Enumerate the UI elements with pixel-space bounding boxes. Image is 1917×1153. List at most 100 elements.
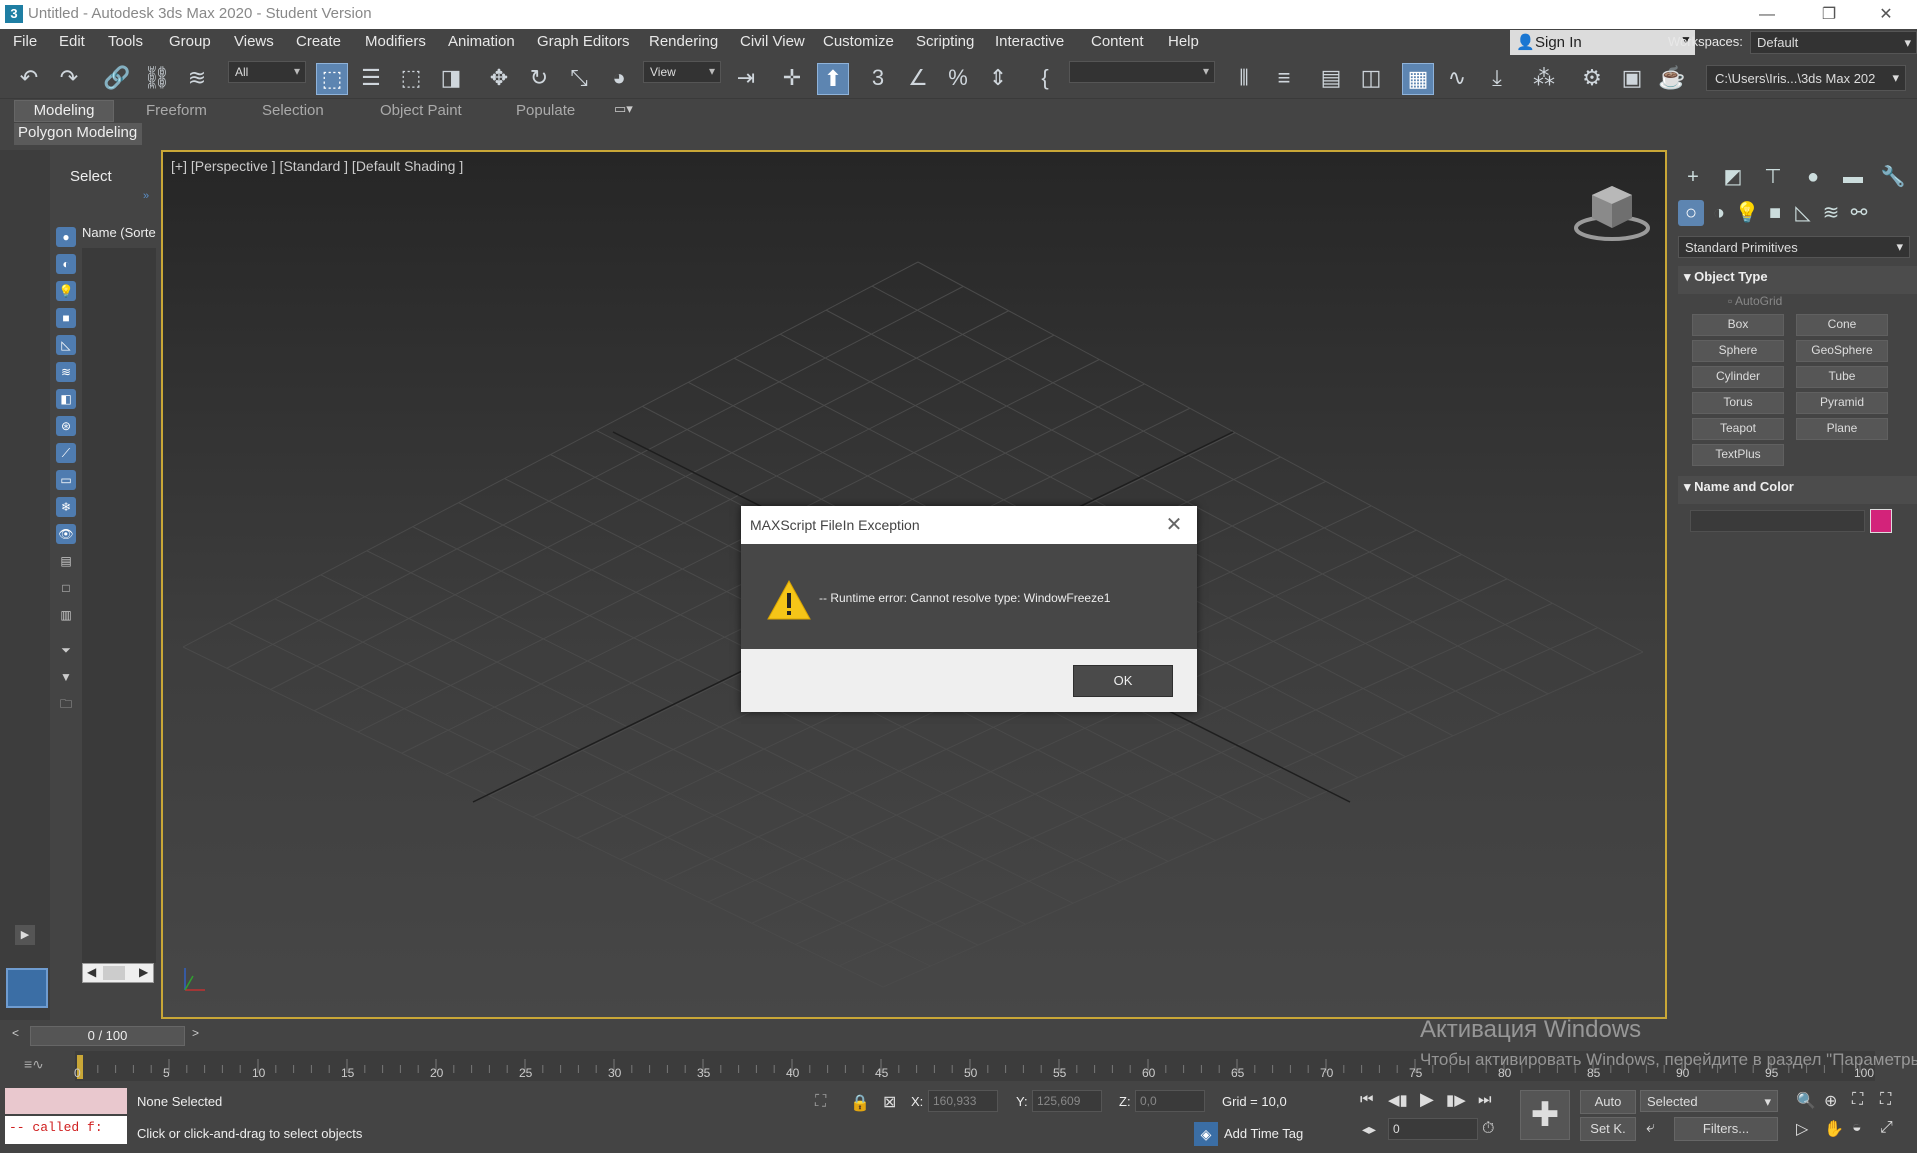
maxscript-input[interactable] — [5, 1088, 127, 1114]
bind-space-warp-icon[interactable]: ≋ — [182, 63, 212, 93]
menu-tools[interactable]: Tools — [108, 33, 143, 50]
time-configuration-icon[interactable]: ⏱ — [1482, 1120, 1494, 1138]
close-window-button[interactable]: ✕ — [1863, 2, 1909, 28]
place-icon[interactable]: ◕ — [604, 63, 634, 93]
scene-explorer-icon[interactable]: ▤ — [1316, 63, 1346, 93]
key-mode-icon[interactable]: ◂▸ — [1362, 1121, 1376, 1138]
slider-prev-icon[interactable]: < — [12, 1026, 19, 1040]
cone-button[interactable]: Cone — [1796, 314, 1888, 336]
hierarchy-panel-icon[interactable]: ⊤ — [1760, 164, 1786, 190]
box-button[interactable]: Box — [1692, 314, 1784, 336]
time-slider[interactable]: 0 / 100 — [30, 1026, 185, 1046]
isolate-selection-icon[interactable]: ⛶ — [815, 1093, 826, 1111]
layer-explorer-icon[interactable]: ◫ — [1356, 63, 1386, 93]
key-filters-button[interactable]: Filters... — [1674, 1117, 1778, 1141]
menu-edit[interactable]: Edit — [59, 33, 85, 50]
auto-key-button[interactable]: Auto — [1580, 1090, 1636, 1114]
cylinder-button[interactable]: Cylinder — [1692, 366, 1784, 388]
menu-civil-view[interactable]: Civil View — [740, 33, 805, 50]
menu-file[interactable]: File — [13, 33, 37, 50]
menu-create[interactable]: Create — [296, 33, 341, 50]
helpers-category-icon[interactable]: ◺ — [1790, 200, 1816, 226]
display-helpers-icon[interactable]: ◺ — [56, 335, 76, 355]
tab-modeling[interactable]: Modeling — [14, 100, 114, 122]
maxscript-mini-listener[interactable]: -- called f: — [5, 1088, 127, 1144]
display-xrefs-icon[interactable]: ⊛ — [56, 416, 76, 436]
y-coordinate-field[interactable]: 125,609 — [1032, 1090, 1102, 1112]
name-column-header[interactable]: Name (Sorte — [82, 225, 156, 245]
menu-scripting[interactable]: Scripting — [916, 33, 974, 50]
utilities-panel-icon[interactable]: 🔧 — [1880, 164, 1906, 190]
spinner-snap-icon[interactable]: ⇕ — [983, 63, 1013, 93]
menu-graph-editors[interactable]: Graph Editors — [537, 33, 630, 50]
add-time-tag[interactable]: Add Time Tag — [1224, 1126, 1303, 1141]
orbit-icon[interactable]: ◒ — [1852, 1119, 1862, 1137]
curve-editor-icon[interactable]: ∿ — [1442, 63, 1472, 93]
display-containers-icon[interactable]: ▭ — [56, 470, 76, 490]
absolute-mode-icon[interactable]: ⊠ — [883, 1092, 896, 1112]
window-crossing-icon[interactable]: ◨ — [436, 63, 466, 93]
menu-help[interactable]: Help — [1168, 33, 1199, 50]
dialog-close-icon[interactable]: ✕ — [1159, 512, 1189, 538]
zoom-extents-icon[interactable]: ⛶ — [1852, 1091, 1863, 1109]
scroll-right-icon[interactable]: ▶ — [139, 965, 148, 979]
motion-panel-icon[interactable]: ● — [1800, 164, 1826, 190]
play-icon[interactable]: ▶ — [15, 925, 35, 945]
next-frame-icon[interactable]: ▮▶ — [1446, 1091, 1466, 1109]
tab-populate[interactable]: Populate — [516, 102, 575, 119]
scale-icon[interactable]: ⤡ — [564, 63, 594, 93]
mirror-icon[interactable]: ⫴ — [1229, 63, 1259, 93]
select-by-name-icon[interactable]: ☰ — [356, 63, 386, 93]
select-menu-label[interactable]: Select — [70, 168, 112, 185]
rendered-frame-window-icon[interactable]: ▣ — [1617, 63, 1647, 93]
display-all-icon[interactable]: ▤ — [56, 551, 76, 571]
material-editor-icon[interactable]: ⁂ — [1529, 63, 1559, 93]
selection-filter-select[interactable]: All — [228, 61, 306, 83]
menu-group[interactable]: Group — [169, 33, 211, 50]
display-bones-icon[interactable]: ⟋ — [56, 443, 76, 463]
current-frame-field[interactable]: 0 — [1388, 1118, 1478, 1140]
align-icon[interactable]: ≡ — [1269, 63, 1299, 93]
primitive-category-select[interactable]: Standard Primitives ▾ — [1678, 236, 1910, 258]
undo-icon[interactable]: ↶ — [14, 63, 44, 93]
lights-category-icon[interactable]: 💡 — [1734, 200, 1760, 226]
unlink-icon[interactable]: ⛓ — [142, 63, 172, 93]
display-spacewarps-icon[interactable]: ≋ — [56, 362, 76, 382]
plane-button[interactable]: Plane — [1796, 418, 1888, 440]
z-coordinate-field[interactable]: 0,0 — [1135, 1090, 1205, 1112]
torus-button[interactable]: Torus — [1692, 392, 1784, 414]
x-coordinate-field[interactable]: 160,933 — [928, 1090, 998, 1112]
display-geometry-icon[interactable]: ● — [56, 227, 76, 247]
select-object-icon[interactable]: ⬚ — [316, 63, 348, 95]
field-of-view-icon[interactable]: ▷ — [1796, 1119, 1808, 1139]
polygon-modeling-panel[interactable]: Polygon Modeling — [14, 123, 142, 145]
menu-views[interactable]: Views — [234, 33, 274, 50]
expand-icon[interactable]: » — [143, 190, 149, 202]
filter-icon[interactable]: ⏷ — [56, 640, 76, 660]
play-animation-icon[interactable]: ▶ — [1420, 1089, 1434, 1110]
keyboard-shortcut-override-icon[interactable]: ⬆ — [817, 63, 849, 95]
viewcube-icon[interactable] — [1573, 182, 1651, 242]
percent-snap-icon[interactable]: % — [943, 63, 973, 93]
cameras-category-icon[interactable]: ■ — [1762, 200, 1788, 226]
selection-lock-icon[interactable]: 🔒 — [850, 1093, 870, 1113]
zoom-extents-all-icon[interactable]: ⛶ — [1880, 1091, 1891, 1109]
display-cameras-icon[interactable]: ■ — [56, 308, 76, 328]
display-panel-icon[interactable]: ▬ — [1840, 164, 1866, 190]
zoom-all-icon[interactable]: ⊕ — [1824, 1091, 1837, 1111]
textplus-button[interactable]: TextPlus — [1692, 444, 1784, 466]
display-frozen-icon[interactable]: ❄ — [56, 497, 76, 517]
select-manipulate-icon[interactable]: ✛ — [777, 63, 807, 93]
pan-view-icon[interactable]: ✋ — [1824, 1119, 1844, 1139]
object-type-rollout[interactable]: ▾ Object Type — [1678, 266, 1917, 294]
move-icon[interactable]: ✥ — [484, 63, 514, 93]
ok-button[interactable]: OK — [1073, 665, 1173, 697]
object-color-swatch[interactable] — [1870, 509, 1892, 533]
set-key-button[interactable]: Set K. — [1580, 1117, 1636, 1141]
edit-named-selection-icon[interactable]: { — [1030, 63, 1060, 93]
curve-editor-mini-icon[interactable]: ≡∿ — [24, 1056, 44, 1073]
tab-selection[interactable]: Selection — [262, 102, 324, 119]
scroll-thumb[interactable] — [103, 966, 125, 980]
go-to-start-icon[interactable]: ⏮ — [1360, 1091, 1374, 1108]
set-key-icon[interactable]: ✚ — [1520, 1090, 1570, 1140]
